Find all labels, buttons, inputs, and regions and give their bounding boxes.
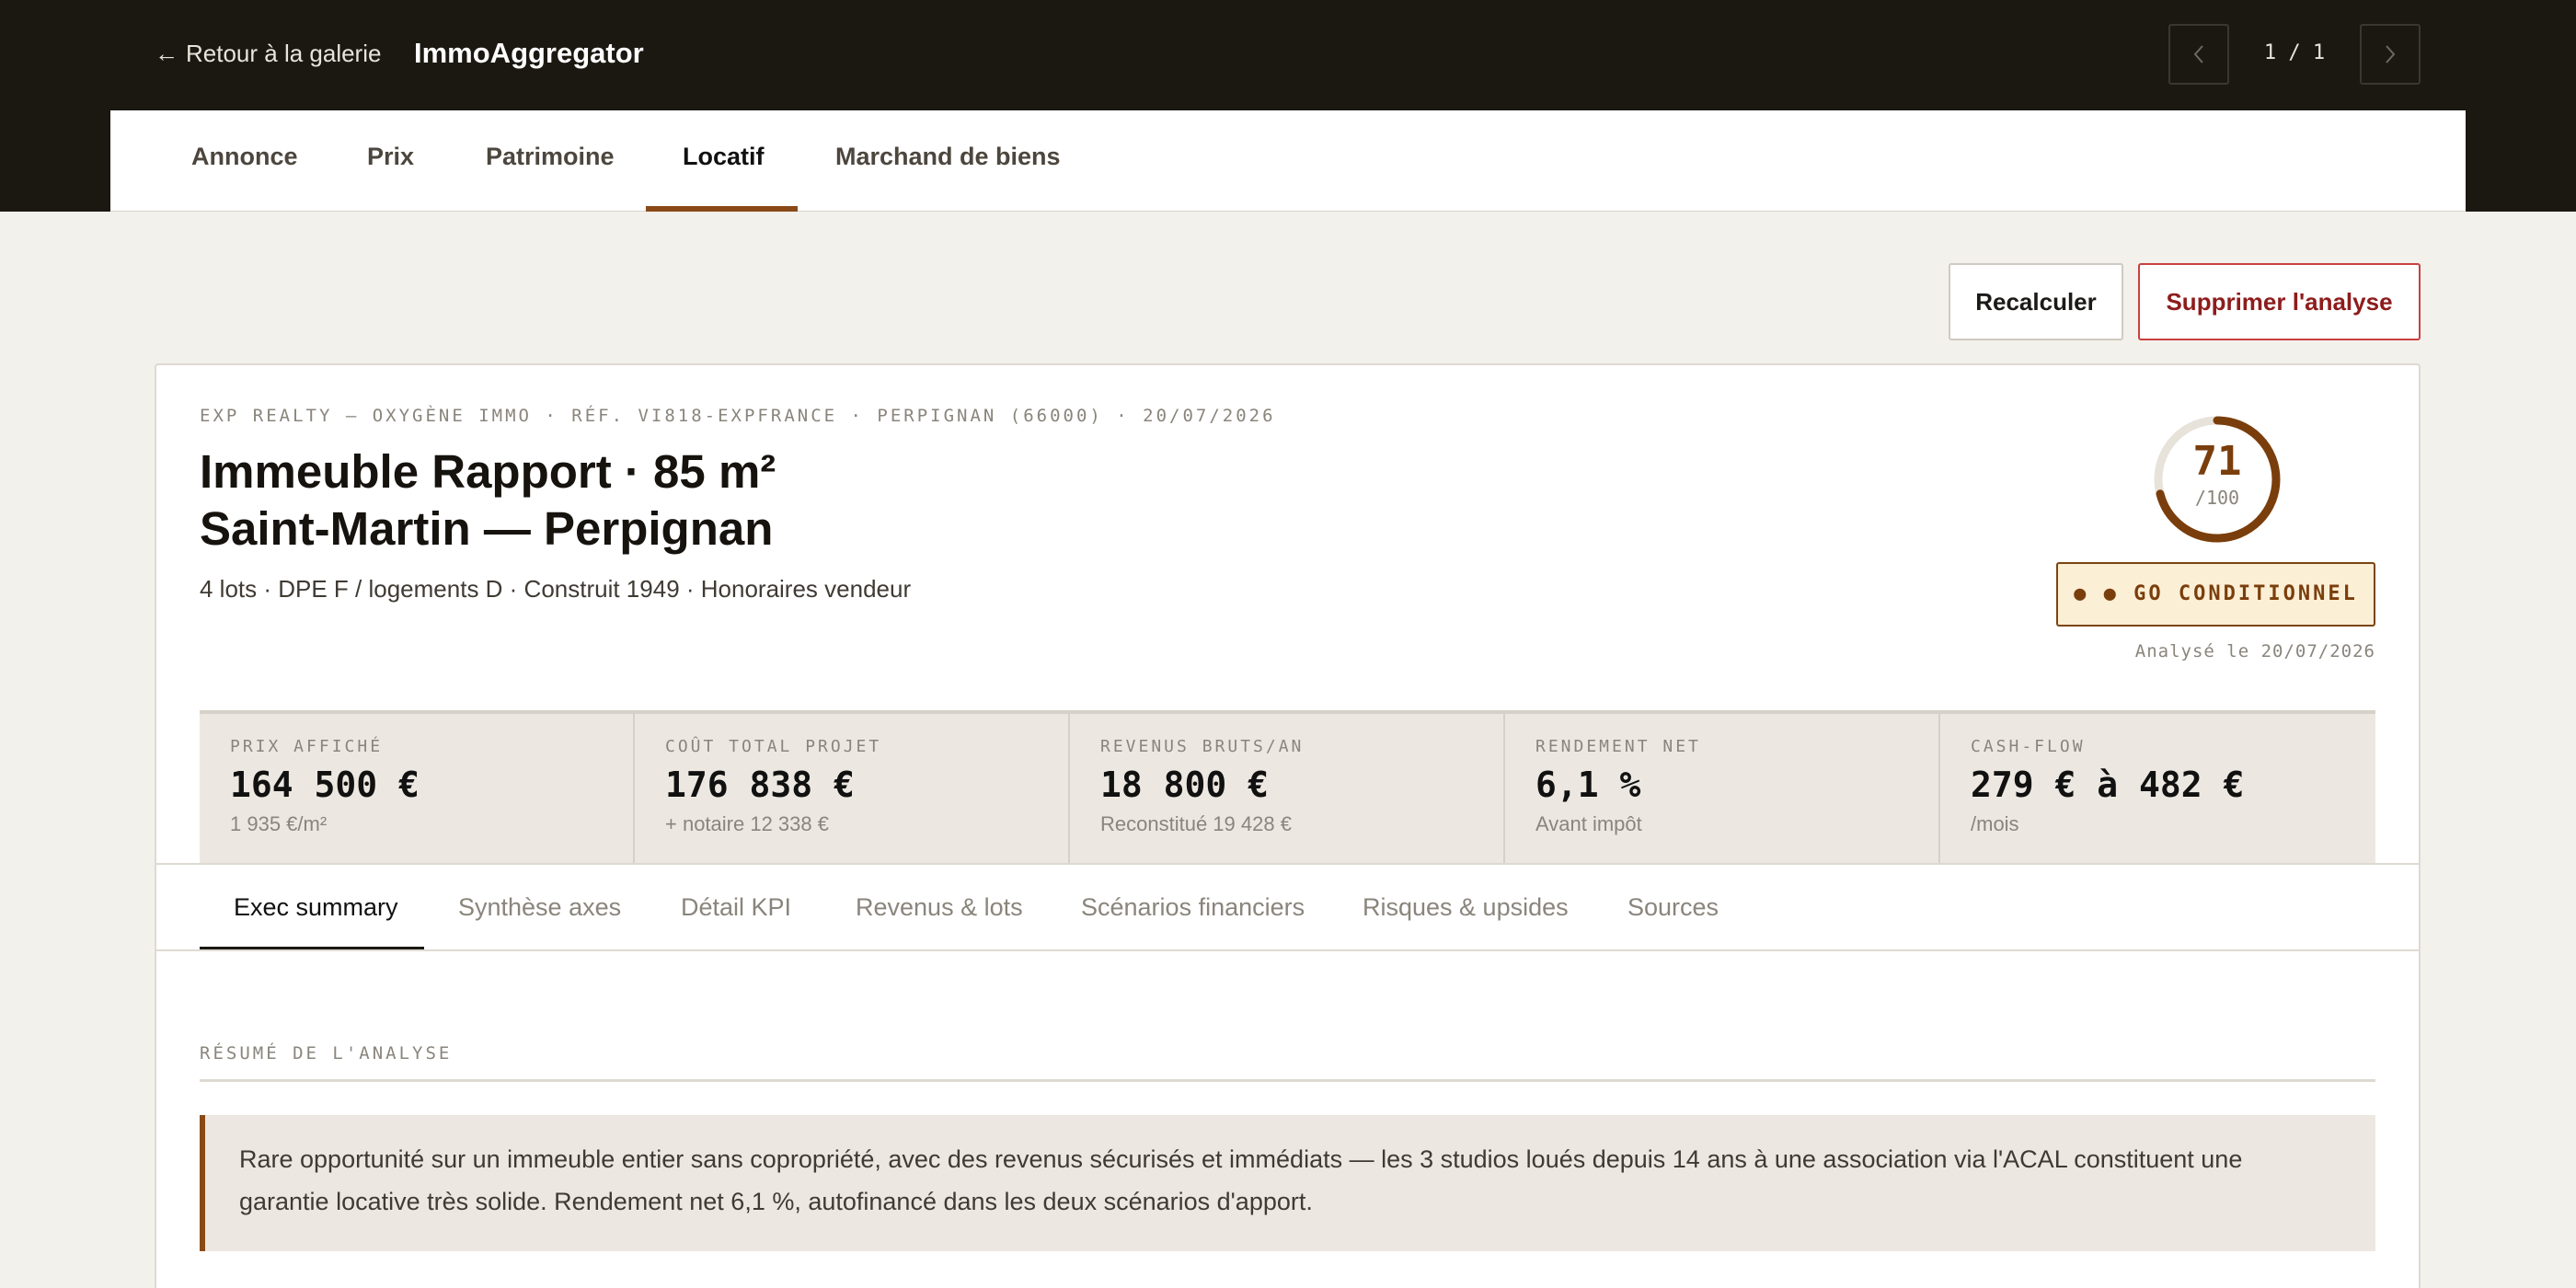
active-tab-indicator [646, 206, 798, 212]
tab-exec-summary[interactable]: Exec summary [234, 865, 398, 949]
chevron-right-icon [2386, 45, 2396, 63]
kpi-strip: PRIX AFFICHÉ 164 500 € 1 935 €/m² COÛT T… [200, 710, 2375, 863]
kpi-cout-total: COÛT TOTAL PROJET 176 838 € + notaire 12… [635, 714, 1070, 863]
kpi-cash-flow: CASH-FLOW 279 € à 482 € /mois [1940, 714, 2375, 863]
tab-detail-kpi[interactable]: Détail KPI [681, 865, 791, 949]
pager-indicator: 1 / 1 [2263, 41, 2326, 64]
back-link-label: Retour à la galerie [186, 40, 382, 67]
listing-title-line-1: Immeuble Rapport · 85 m² [200, 445, 776, 498]
tab-annonce[interactable]: Annonce [191, 110, 298, 212]
summary-text: Rare opportunité sur un immeuble entier … [239, 1145, 2243, 1215]
kpi-value: 279 € à 482 € [1971, 765, 2245, 805]
listing-title-line-2: Saint-Martin — Perpignan [200, 502, 774, 555]
kpi-label: PRIX AFFICHÉ [230, 737, 384, 756]
kpi-value: 6,1 % [1535, 765, 1641, 805]
recalculate-button[interactable]: Recalculer [1949, 263, 2123, 340]
kpi-value: 176 838 € [665, 765, 855, 805]
kpi-label: CASH-FLOW [1971, 737, 2086, 756]
kpi-prix-affiche: PRIX AFFICHÉ 164 500 € 1 935 €/m² [200, 714, 635, 863]
next-button[interactable] [2360, 24, 2421, 85]
active-subtab-indicator [200, 947, 424, 949]
score-max: /100 [2194, 487, 2240, 509]
back-to-gallery-link[interactable]: ← Retour à la galerie [155, 39, 381, 68]
previous-button[interactable] [2168, 24, 2229, 85]
kpi-value: 18 800 € [1100, 765, 1270, 805]
verdict-badge: ● ● GO CONDITIONNEL [2056, 562, 2375, 627]
kpi-label: REVENUS BRUTS/AN [1100, 737, 1305, 756]
kpi-label: RENDEMENT NET [1535, 737, 1701, 756]
kpi-subtext: Avant impôt [1535, 812, 1642, 835]
listing-subtitle: 4 lots · DPE F / logements D · Construit… [200, 575, 912, 603]
arrow-left-icon: ← [155, 40, 178, 67]
listing-meta: EXP REALTY — OXYGÈNE IMMO · RÉF. VI818-E… [200, 406, 1276, 426]
delete-analysis-button[interactable]: Supprimer l'analyse [2138, 263, 2421, 340]
score-value: 71 [2192, 438, 2242, 485]
kpi-subtext: 1 935 €/m² [230, 812, 328, 835]
kpi-subtext: Reconstitué 19 428 € [1100, 812, 1292, 835]
tab-patrimoine[interactable]: Patrimoine [486, 110, 615, 212]
kpi-subtext: + notaire 12 338 € [665, 812, 829, 835]
tab-revenus-lots[interactable]: Revenus & lots [856, 865, 1023, 949]
kpi-rendement-net: RENDEMENT NET 6,1 % Avant impôt [1505, 714, 1940, 863]
kpi-subtext: /mois [1971, 812, 2019, 835]
chevron-left-icon [2193, 45, 2203, 63]
tab-prix[interactable]: Prix [367, 110, 414, 212]
main-tab-bar: Annonce Prix Patrimoine Locatif Marchand… [110, 110, 2466, 212]
kpi-value: 164 500 € [230, 765, 420, 805]
tab-synthese-axes[interactable]: Synthèse axes [458, 865, 621, 949]
app-title: ImmoAggregator [414, 37, 644, 69]
tab-scenarios-financiers[interactable]: Scénarios financiers [1081, 865, 1305, 949]
section-divider [200, 1079, 2375, 1082]
kpi-revenus-bruts: REVENUS BRUTS/AN 18 800 € Reconstitué 19… [1070, 714, 1505, 863]
analysis-date: Analysé le 20/07/2026 [2134, 641, 2375, 661]
kpi-label: COÛT TOTAL PROJET [665, 737, 882, 756]
tab-risques-upsides[interactable]: Risques & upsides [1363, 865, 1569, 949]
summary-section-label: RÉSUMÉ DE L'ANALYSE [200, 1043, 453, 1064]
tab-marchand-de-biens[interactable]: Marchand de biens [835, 110, 1061, 212]
tab-locatif[interactable]: Locatif [683, 110, 765, 212]
tab-sources[interactable]: Sources [1627, 865, 1719, 949]
section-tab-bar: Exec summary Synthèse axes Détail KPI Re… [156, 863, 2419, 951]
